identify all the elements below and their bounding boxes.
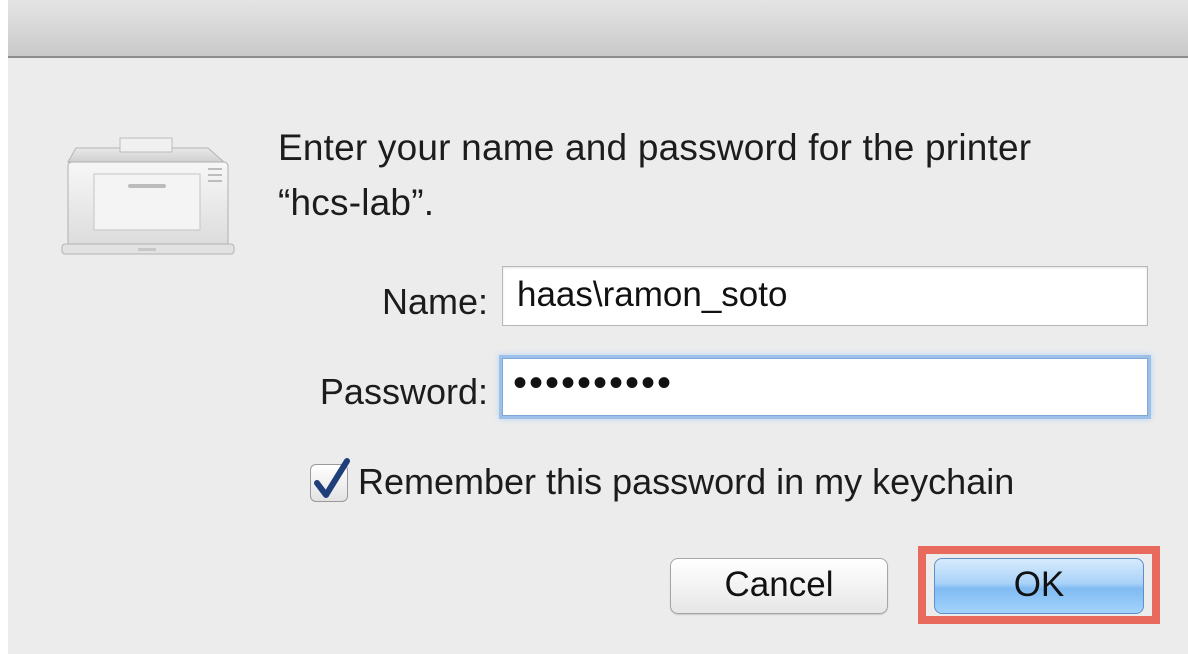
name-label: Name: <box>381 281 488 322</box>
prompt-message: Enter your name and password for the pri… <box>278 120 1158 230</box>
prompt-line-2: “hcs-lab”. <box>278 182 435 223</box>
prompt-line-1: Enter your name and password for the pri… <box>278 127 1032 168</box>
checkmark-icon <box>314 458 350 498</box>
password-field[interactable]: •••••••••• <box>502 358 1148 416</box>
name-field[interactable]: haas\ramon_soto <box>502 266 1148 326</box>
printer-auth-dialog: Enter your name and password for the pri… <box>8 0 1188 654</box>
printer-icon <box>58 128 238 268</box>
title-bar[interactable] <box>8 0 1188 58</box>
cancel-button[interactable]: Cancel <box>670 558 888 614</box>
ok-button[interactable]: OK <box>934 558 1144 614</box>
remember-checkbox[interactable] <box>310 458 350 502</box>
password-label: Password: <box>319 371 488 412</box>
remember-label[interactable]: Remember this password in my keychain <box>358 458 1014 506</box>
